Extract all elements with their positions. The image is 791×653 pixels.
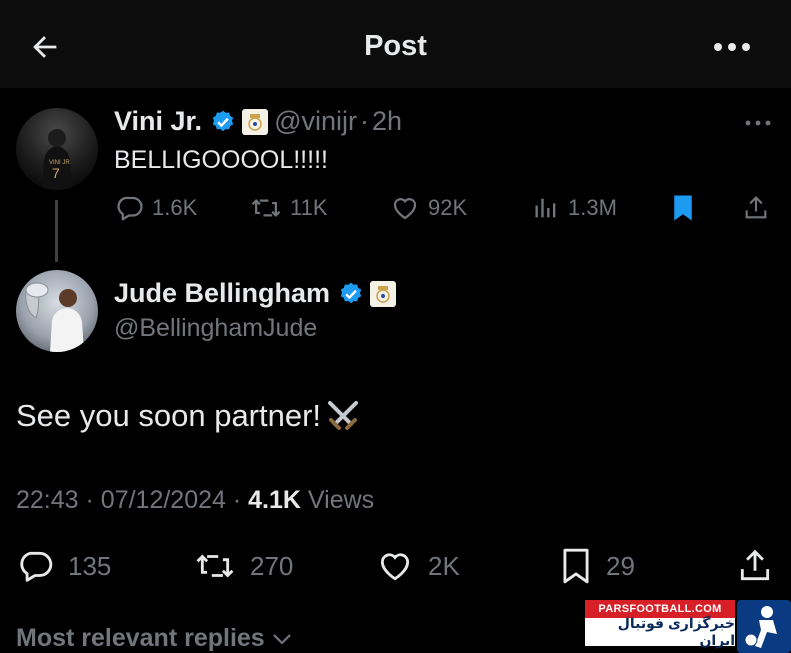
- bookmark-icon: [563, 548, 589, 584]
- meta-separator: ·: [85, 486, 94, 514]
- views-button[interactable]: 1.3M: [532, 190, 617, 226]
- share-button[interactable]: [736, 544, 774, 588]
- share-icon: [740, 549, 770, 581]
- watermark: PARSFOOTBALL.COM خبرگزاری فوتبال ایران: [585, 600, 791, 653]
- quoted-tweet-text: BELLIGOOOOL!!!!!: [114, 146, 328, 174]
- reply-button[interactable]: 135: [16, 544, 111, 588]
- tweet-date[interactable]: 07/12/2024: [101, 486, 226, 514]
- tweet-meta: 22:43 · 07/12/2024 · 4.1K Views: [16, 486, 374, 515]
- watermark-tagline: خبرگزاری فوتبال ایران: [585, 615, 735, 648]
- verified-icon: [210, 109, 236, 135]
- bookmark-button[interactable]: 29: [560, 544, 635, 588]
- repost-button[interactable]: 11K: [250, 190, 328, 226]
- like-button[interactable]: 92K: [390, 190, 467, 226]
- repost-icon: [251, 199, 281, 217]
- reply-icon: [20, 551, 53, 582]
- svg-text:7: 7: [52, 165, 60, 181]
- tweet-time[interactable]: 22:43: [16, 486, 79, 514]
- views-label: Views: [307, 486, 375, 514]
- club-crest-icon: [242, 108, 269, 135]
- quoted-tweet-header: Vini Jr. @vinijr · 2h: [114, 106, 402, 137]
- timestamp[interactable]: 2h: [372, 106, 402, 137]
- like-count: 92K: [428, 195, 468, 220]
- separator: ·: [359, 106, 369, 136]
- avatar-bellingham[interactable]: [16, 270, 98, 352]
- reply-icon: [117, 196, 143, 221]
- reply-count: 135: [68, 550, 112, 581]
- more-icon: [745, 120, 771, 126]
- handle[interactable]: @vinijr: [274, 106, 357, 137]
- top-bar: Post: [0, 0, 791, 88]
- share-icon: [745, 196, 767, 219]
- main-tweet-text-row: See you soon partner!: [16, 398, 361, 434]
- swords-icon: [325, 398, 361, 434]
- share-button[interactable]: [742, 190, 770, 226]
- repost-count: 11K: [290, 195, 328, 220]
- display-name[interactable]: Vini Jr.: [114, 106, 202, 137]
- tweet-more-button[interactable]: [740, 112, 776, 134]
- repost-icon: [196, 554, 234, 578]
- bookmark-count: 29: [606, 550, 635, 581]
- reply-count: 1.6K: [152, 195, 198, 220]
- like-button[interactable]: 2K: [376, 544, 460, 588]
- views-icon: [535, 198, 556, 218]
- like-icon: [393, 198, 417, 220]
- views-count: 4.1K: [248, 486, 301, 514]
- main-tweet-header: Jude Bellingham: [114, 278, 397, 309]
- repost-button[interactable]: 270: [194, 544, 293, 588]
- thread-line: [55, 200, 58, 262]
- main-tweet-text: See you soon partner!: [16, 398, 322, 433]
- more-options-button[interactable]: [706, 28, 758, 66]
- replies-filter-label: Most relevant replies: [16, 624, 265, 652]
- page-title: Post: [364, 30, 427, 62]
- chevron-down-icon: [272, 633, 291, 645]
- display-name[interactable]: Jude Bellingham: [114, 278, 330, 309]
- reply-button[interactable]: 1.6K: [114, 190, 197, 226]
- like-icon: [380, 553, 410, 581]
- replies-filter-button[interactable]: Most relevant replies: [16, 624, 293, 653]
- avatar-vinijr[interactable]: VINI JR 7: [16, 108, 98, 190]
- repost-count: 270: [250, 550, 294, 581]
- verified-icon: [338, 281, 364, 307]
- bookmark-button[interactable]: [670, 190, 696, 226]
- like-count: 2K: [428, 550, 460, 581]
- bookmark-icon: [674, 195, 692, 221]
- club-crest-icon: [370, 280, 397, 307]
- more-icon: [714, 43, 750, 51]
- handle[interactable]: @BellinghamJude: [114, 314, 317, 343]
- meta-separator: ·: [232, 486, 242, 514]
- watermark-logo-icon: [737, 600, 791, 653]
- views-count: 1.3M: [568, 195, 617, 220]
